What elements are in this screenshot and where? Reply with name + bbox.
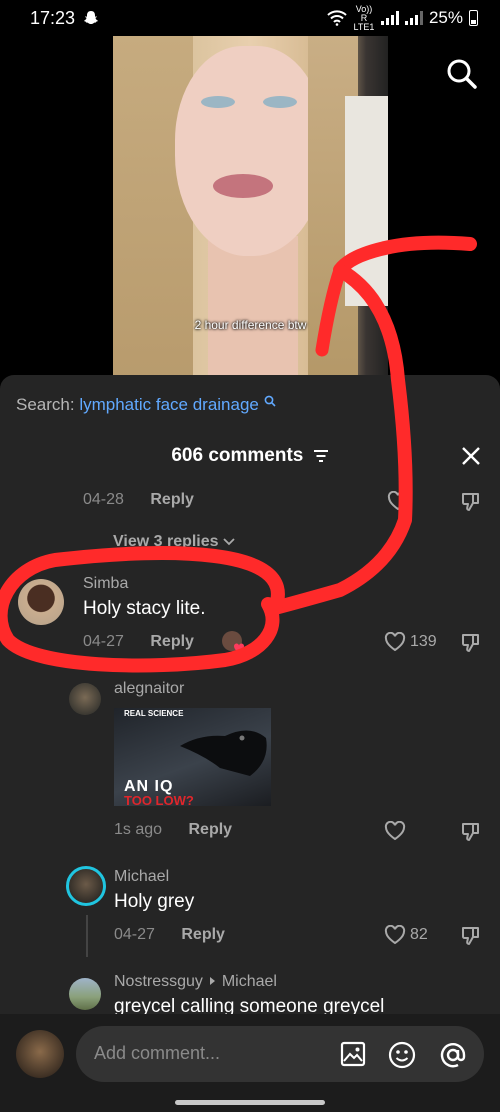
reply-button[interactable]: Reply: [189, 821, 233, 838]
chevron-down-icon: [223, 538, 235, 546]
reply-usernames: Nostressguy Michael: [114, 973, 277, 991]
network-label: Vo)) R LTE1: [353, 3, 375, 32]
heart-icon: [384, 925, 406, 945]
dislike-icon[interactable]: [460, 632, 482, 654]
emoji-icon[interactable]: [388, 1041, 416, 1069]
avatar-alegnaitor[interactable]: [69, 683, 101, 715]
video-face: [175, 46, 325, 256]
comment-username[interactable]: Nostressguy: [114, 973, 203, 990]
reply-button[interactable]: Reply: [150, 491, 194, 508]
heart-icon[interactable]: [384, 821, 406, 841]
like-count: 82: [410, 926, 428, 943]
comment-date: 04-28: [83, 491, 124, 508]
comment-meta: 04-27 Reply: [83, 633, 194, 651]
comment-username[interactable]: alegnaitor: [114, 680, 184, 698]
search-term-link[interactable]: lymphatic face drainage: [79, 395, 259, 414]
comment-date: 04-27: [114, 926, 155, 943]
comments-header: 606 comments: [0, 445, 500, 467]
thread-line: [86, 915, 88, 957]
search-icon[interactable]: [446, 58, 478, 90]
mention-icon[interactable]: [438, 1040, 468, 1070]
heart-icon: [384, 632, 406, 652]
signal-icon-2: [404, 11, 423, 25]
avatar-nostressguy[interactable]: [69, 978, 101, 1010]
dislike-icon[interactable]: [460, 925, 482, 947]
video-lips: [213, 174, 273, 198]
avatar-simba[interactable]: [18, 579, 64, 625]
video-neck: [208, 236, 298, 381]
heart-icon[interactable]: [387, 491, 409, 511]
dislike-icon[interactable]: [460, 491, 482, 513]
battery-icon: [469, 10, 478, 26]
comment-meta: 04-27 Reply: [114, 926, 225, 944]
comments-count: 606 comments: [171, 445, 304, 466]
comment-image-thumbnail[interactable]: REAL SCIENCE AN IQ TOO LOW?: [114, 708, 271, 806]
comment-meta: 1s ago Reply: [114, 821, 232, 839]
video-eye-right: [263, 96, 297, 108]
image-icon[interactable]: [340, 1041, 366, 1067]
search-suggestion[interactable]: Search: lymphatic face drainage: [16, 395, 276, 415]
status-bar: 17:23 Vo)) R LTE1 25%: [0, 0, 500, 36]
comment-date: 04-27: [83, 633, 124, 650]
comment-text: Holy grey: [114, 891, 195, 912]
comment-text: Holy stacy lite.: [83, 598, 206, 619]
battery-percent: 25%: [428, 8, 463, 27]
comment-username[interactable]: Simba: [83, 575, 128, 593]
comment-input[interactable]: Add comment...: [76, 1026, 484, 1082]
avatar-michael[interactable]: [66, 866, 106, 906]
video-background-door: [345, 96, 388, 306]
thumbnail-title-2: TOO LOW?: [124, 793, 194, 806]
search-small-icon: [264, 395, 276, 407]
thumbnail-brand: REAL SCIENCE: [124, 709, 184, 718]
comment-meta: 04-28 Reply: [83, 491, 194, 509]
view-replies-button[interactable]: View 3 replies: [113, 533, 235, 551]
like-button[interactable]: 139: [384, 632, 437, 652]
comment-username[interactable]: Michael: [114, 868, 169, 886]
video-caption: 2 hour difference btw: [194, 318, 307, 332]
like-button[interactable]: 82: [384, 925, 428, 945]
dislike-icon[interactable]: [460, 821, 482, 843]
crow-image: [180, 730, 267, 776]
avatar-current-user: [16, 1030, 64, 1078]
sort-icon[interactable]: [313, 449, 329, 463]
snapchat-icon: [84, 11, 99, 24]
close-icon[interactable]: [460, 445, 482, 467]
reply-arrow-icon: [210, 977, 216, 985]
comment-date: 1s ago: [114, 821, 163, 838]
signal-icon: [380, 11, 399, 25]
view-replies-label: View 3 replies: [113, 533, 219, 550]
comment-input-placeholder: Add comment...: [94, 1043, 221, 1063]
creator-heart-icon: [234, 643, 244, 653]
home-indicator: [175, 1100, 325, 1105]
comment-input-bar: Add comment...: [0, 1014, 500, 1112]
search-prefix: Search:: [16, 395, 75, 414]
reply-to-username[interactable]: Michael: [222, 973, 277, 990]
reply-button[interactable]: Reply: [150, 633, 194, 650]
status-time: 17:23: [30, 7, 76, 28]
video-player[interactable]: 2 hour difference btw: [0, 36, 500, 381]
like-count: 139: [410, 633, 437, 650]
comments-sheet: Search: lymphatic face drainage 606 comm…: [0, 375, 500, 1112]
reply-button[interactable]: Reply: [181, 926, 225, 943]
video-frame[interactable]: 2 hour difference btw: [113, 36, 388, 381]
video-eye-left: [201, 96, 235, 108]
wifi-icon: [327, 10, 347, 26]
